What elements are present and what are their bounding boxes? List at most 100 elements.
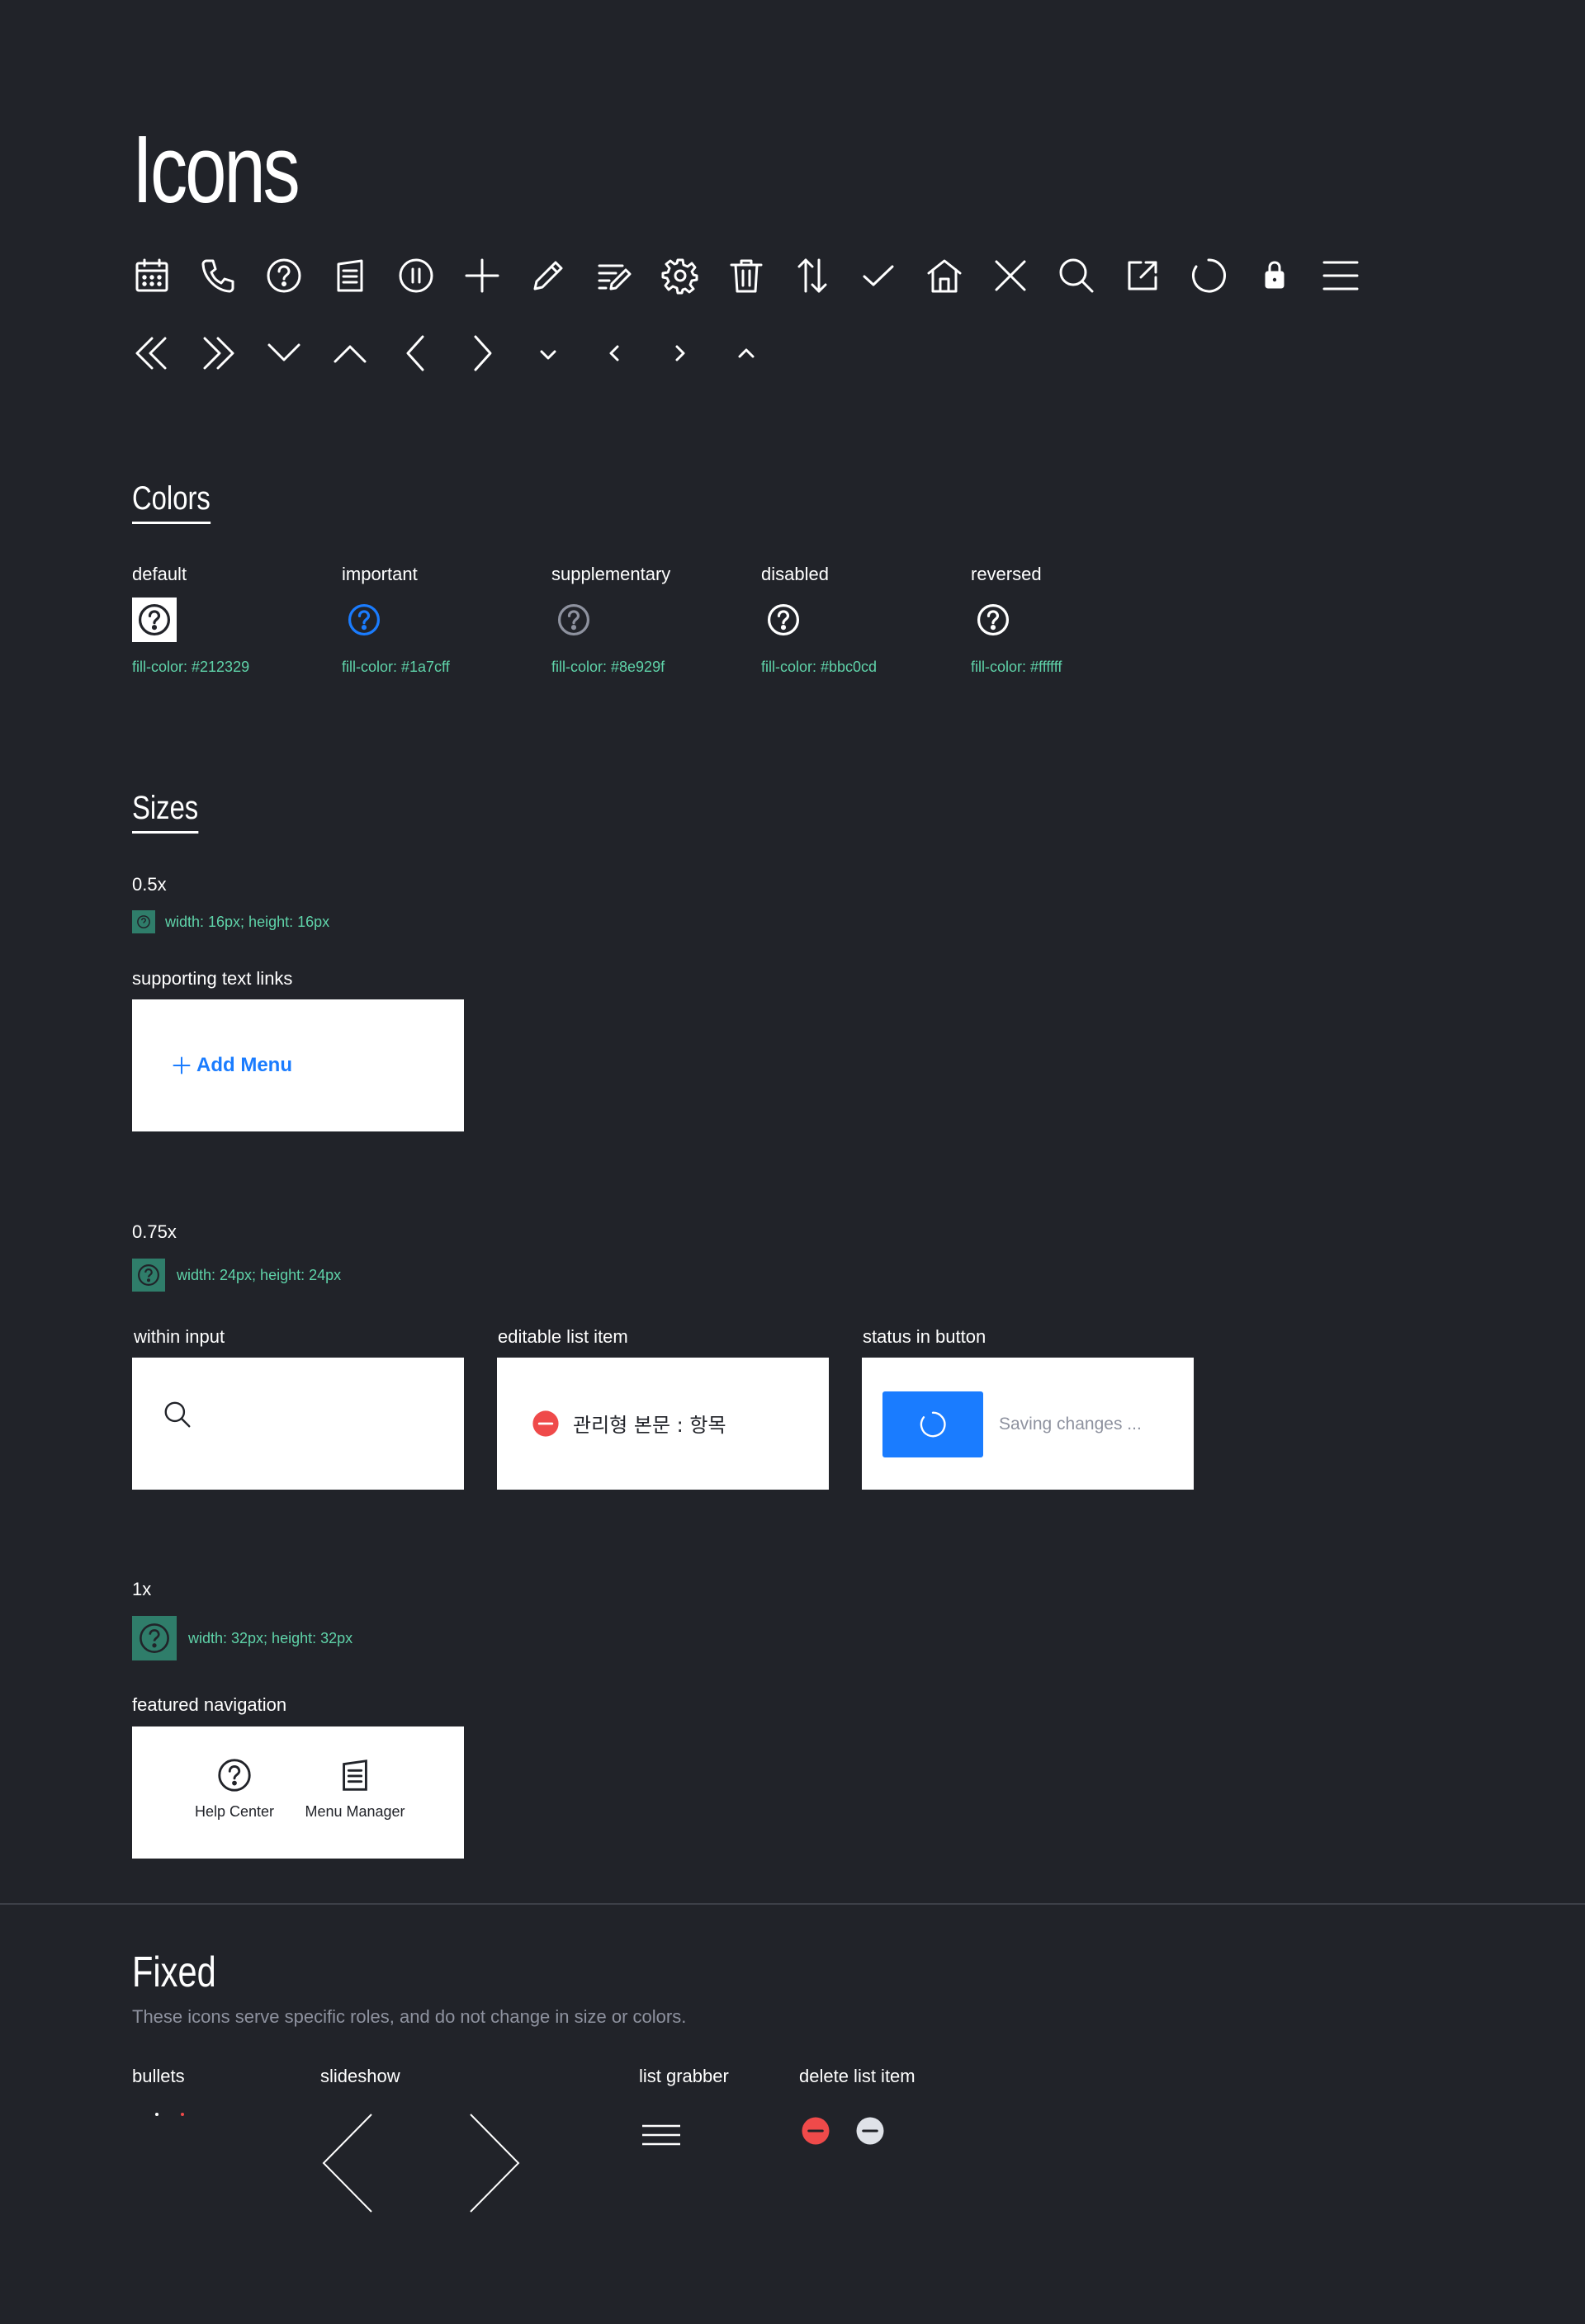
size-half-label: 0.5x bbox=[132, 874, 167, 895]
double-chevron-left-icon[interactable] bbox=[132, 333, 172, 373]
chevron-down-icon[interactable] bbox=[264, 333, 304, 373]
chevron-right-icon[interactable] bbox=[462, 333, 502, 373]
color-name: supplementary bbox=[551, 564, 671, 584]
color-fill-spec: fill-color: #bbc0cd bbox=[761, 659, 878, 675]
size-three-quarter-label: 0.75x bbox=[132, 1221, 177, 1242]
icon-row-chevrons bbox=[132, 333, 792, 373]
pause-icon[interactable] bbox=[396, 256, 436, 295]
menu-icon[interactable] bbox=[1321, 256, 1360, 295]
nav-help-center[interactable]: Help Center bbox=[190, 1756, 279, 1821]
plus-icon bbox=[173, 1056, 191, 1075]
editable-list-item[interactable]: 관리형 본문 : 항목 bbox=[532, 1409, 726, 1438]
size-spec: width: 32px; height: 32px bbox=[188, 1630, 353, 1646]
pencil-icon[interactable] bbox=[528, 256, 568, 295]
size-half-spec-row: width: 16px; height: 16px bbox=[132, 910, 329, 933]
chevron-left-small-icon[interactable] bbox=[594, 333, 634, 373]
trash-icon[interactable] bbox=[726, 256, 766, 295]
list-grabber-label: list grabber bbox=[639, 2066, 729, 2086]
help-icon bbox=[218, 1759, 251, 1792]
help-icon bbox=[132, 1259, 165, 1292]
document-icon bbox=[343, 1760, 367, 1791]
bullet-active-icon bbox=[181, 2113, 184, 2116]
check-icon[interactable] bbox=[859, 256, 898, 295]
delete-icon[interactable] bbox=[801, 2116, 830, 2150]
gear-icon[interactable] bbox=[660, 256, 700, 295]
help-icon bbox=[971, 598, 1015, 642]
editable-list-item-label: editable list item bbox=[498, 1326, 628, 1347]
lock-icon bbox=[1255, 256, 1294, 295]
saving-status-text: Saving changes ... bbox=[999, 1415, 1142, 1434]
status-in-button-panel: Saving changes ... bbox=[862, 1358, 1194, 1490]
help-icon bbox=[342, 598, 386, 642]
help-icon bbox=[132, 1616, 177, 1660]
phone-icon[interactable] bbox=[198, 256, 238, 295]
chevron-down-small-icon[interactable] bbox=[528, 333, 568, 373]
icon-row-primary bbox=[132, 256, 1387, 295]
add-menu-link[interactable]: Add Menu bbox=[172, 1054, 292, 1077]
saving-button[interactable] bbox=[882, 1391, 983, 1457]
featured-navigation-panel: Help Center Menu Manager bbox=[132, 1726, 464, 1859]
double-chevron-right-icon[interactable] bbox=[198, 333, 238, 373]
color-disabled: disabled fill-color: #bbc0cd bbox=[761, 563, 877, 677]
color-default: default fill-color: #212329 bbox=[132, 563, 249, 677]
bullet-icon bbox=[155, 2113, 158, 2116]
external-link-icon[interactable] bbox=[1123, 256, 1162, 295]
help-icon bbox=[551, 598, 596, 642]
calendar-icon[interactable] bbox=[132, 256, 172, 295]
list-item-text: 관리형 본문 : 항목 bbox=[573, 1414, 726, 1437]
slideshow-next-icon[interactable] bbox=[469, 2113, 520, 2218]
within-input-panel bbox=[132, 1358, 464, 1490]
size-three-quarter-spec-row: width: 24px; height: 24px bbox=[132, 1259, 341, 1292]
nav-label: Help Center bbox=[194, 1803, 275, 1820]
nav-menu-manager[interactable]: Menu Manager bbox=[301, 1756, 409, 1821]
loading-icon bbox=[920, 1411, 946, 1438]
section-divider bbox=[0, 1903, 1585, 1905]
fixed-heading: Fixed bbox=[132, 1948, 216, 1996]
help-icon bbox=[132, 910, 155, 933]
color-name: important bbox=[342, 564, 418, 584]
slideshow-prev-icon[interactable] bbox=[322, 2113, 373, 2218]
help-icon[interactable] bbox=[264, 256, 304, 295]
color-name: disabled bbox=[761, 564, 829, 584]
chevron-left-icon[interactable] bbox=[396, 333, 436, 373]
chevron-up-icon[interactable] bbox=[330, 333, 370, 373]
loading-icon bbox=[1189, 256, 1228, 295]
featured-navigation-label: featured navigation bbox=[132, 1694, 287, 1715]
color-important: important fill-color: #1a7cff bbox=[342, 563, 450, 677]
color-fill-spec: fill-color: #1a7cff bbox=[342, 659, 450, 675]
delete-icon[interactable] bbox=[532, 1410, 560, 1438]
home-icon[interactable] bbox=[925, 256, 964, 295]
bullets-label: bullets bbox=[132, 2066, 185, 2086]
within-input-label: within input bbox=[134, 1326, 225, 1347]
chevron-right-small-icon[interactable] bbox=[660, 333, 700, 373]
size-spec: width: 24px; height: 24px bbox=[177, 1267, 342, 1283]
color-name: default bbox=[132, 564, 187, 584]
edit-list-icon[interactable] bbox=[594, 256, 634, 295]
help-icon bbox=[761, 598, 806, 642]
slideshow-label: slideshow bbox=[320, 2066, 400, 2086]
size-one-spec-row: width: 32px; height: 32px bbox=[132, 1616, 352, 1660]
color-fill-spec: fill-color: #8e929f bbox=[551, 659, 665, 675]
color-reversed: reversed fill-color: #ffffff bbox=[971, 563, 1062, 677]
color-fill-spec: fill-color: #ffffff bbox=[971, 659, 1062, 675]
plus-icon[interactable] bbox=[462, 256, 502, 295]
sort-icon[interactable] bbox=[792, 256, 832, 295]
document-icon[interactable] bbox=[330, 256, 370, 295]
size-spec: width: 16px; height: 16px bbox=[165, 914, 330, 930]
search-icon[interactable] bbox=[1057, 256, 1096, 295]
chevron-up-small-icon[interactable] bbox=[726, 333, 766, 373]
example-label: supporting text links bbox=[132, 968, 293, 989]
delete-inactive-icon[interactable] bbox=[855, 2116, 885, 2150]
status-in-button-label: status in button bbox=[863, 1326, 986, 1347]
delete-list-item-label: delete list item bbox=[799, 2066, 916, 2086]
size-one-label: 1x bbox=[132, 1579, 152, 1599]
close-icon[interactable] bbox=[991, 256, 1030, 295]
list-grabber-icon[interactable] bbox=[642, 2123, 680, 2152]
colors-heading: Colors bbox=[132, 479, 211, 524]
supporting-text-links-panel: Add Menu bbox=[132, 999, 464, 1131]
color-supplementary: supplementary fill-color: #8e929f bbox=[551, 563, 670, 677]
help-icon bbox=[132, 598, 177, 642]
search-input[interactable] bbox=[162, 1399, 193, 1434]
page-title: Icons bbox=[132, 116, 300, 223]
nav-label: Menu Manager bbox=[305, 1803, 405, 1820]
